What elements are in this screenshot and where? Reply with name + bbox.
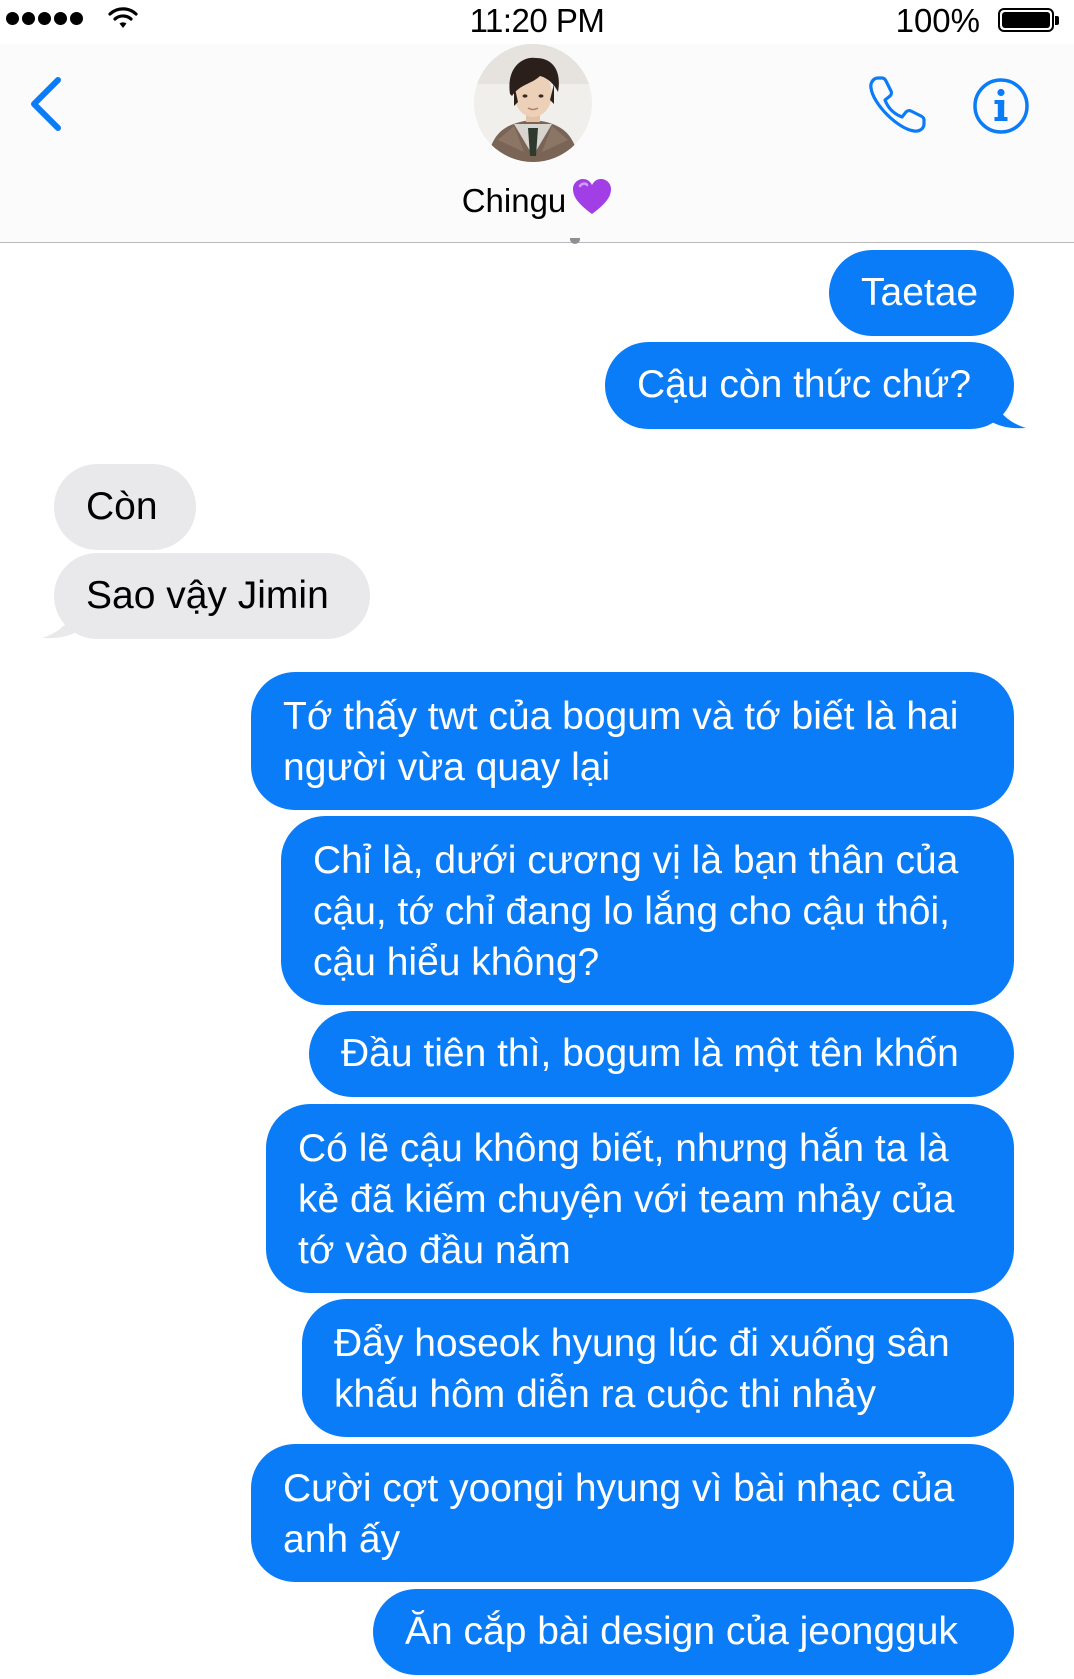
sent-message-bubble[interactable]: Đầu tiên thì, bogum là một tên khốn xyxy=(309,1011,1014,1097)
battery-icon xyxy=(998,8,1059,32)
status-bar: 11:20 PM 100% xyxy=(0,0,1074,44)
received-message-bubble[interactable]: Sao vậy Jimin xyxy=(54,553,370,639)
contact-name-text: Chingu xyxy=(461,182,567,219)
message-text-line: tớ vào đầu năm xyxy=(298,1229,571,1272)
sent-message-bubble[interactable]: Cười cợt yoongi hyung vì bài nhạc của anh… xyxy=(251,1444,1014,1582)
sent-message-bubble[interactable]: Taetae xyxy=(829,250,1014,336)
contact-name[interactable]: Chingu xyxy=(0,178,1074,220)
message-text-line: cậu, tớ chỉ đang lo lắng cho cậu thôi, xyxy=(313,890,950,933)
message-text-line: Có lẽ cậu không biết, nhưng hắn ta là xyxy=(298,1127,949,1170)
sent-message-bubble[interactable]: Chỉ là, dưới cương vị là bạn thân của cậu… xyxy=(281,816,1014,1005)
message-text-line: Tớ thấy twt của bogum và tớ biết là hai xyxy=(283,695,959,738)
message-text-line: khấu hôm diễn ra cuộc thi nhảy xyxy=(334,1373,877,1416)
sent-message-bubble[interactable]: Cậu còn thức chứ? xyxy=(605,342,1014,429)
message-text-line: Ăn cắp bài design của jeongguk xyxy=(405,1610,958,1653)
back-chevron-icon[interactable] xyxy=(28,76,64,132)
received-bubble-tail xyxy=(42,599,78,639)
message-text-line: kẻ đã kiếm chuyện với team nhảy của xyxy=(298,1178,955,1221)
message-text-line: Đẩy hoseok hyung lúc đi xuống sân xyxy=(334,1322,950,1365)
message-text-line: cậu hiểu không? xyxy=(313,941,600,984)
scroll-indicator xyxy=(570,238,580,244)
message-text-line: Chỉ là, dưới cương vị là bạn thân của xyxy=(313,839,959,882)
message-text-line: anh ấy xyxy=(283,1518,401,1561)
purple-heart-icon xyxy=(573,179,612,214)
message-text-line: người vừa quay lại xyxy=(283,746,611,789)
conversation-header: Chingu xyxy=(0,44,1074,243)
sent-message-bubble[interactable]: Tớ thấy twt của bogum và tớ biết là hai n… xyxy=(251,672,1014,810)
phone-icon[interactable] xyxy=(866,74,928,136)
avatar-portrait-icon xyxy=(474,44,592,162)
battery-percentage: 100% xyxy=(895,2,980,39)
message-text-line: Taetae xyxy=(861,271,979,314)
sent-message-bubble[interactable]: Đẩy hoseok hyung lúc đi xuống sân khấu hô… xyxy=(302,1299,1014,1437)
info-icon[interactable] xyxy=(972,77,1030,135)
message-text-line: Sao vậy Jimin xyxy=(86,574,329,617)
message-text-line: Đầu tiên thì, bogum là một tên khốn xyxy=(341,1032,959,1075)
sent-message-bubble[interactable]: Ăn cắp bài design của jeongguk xyxy=(373,1589,1014,1675)
received-message-bubble[interactable]: Còn xyxy=(54,464,196,550)
message-text-line: Cậu còn thức chứ? xyxy=(637,363,972,406)
message-text-line: Cười cợt yoongi hyung vì bài nhạc của xyxy=(283,1467,955,1510)
message-text-line: Còn xyxy=(86,485,158,528)
contact-avatar[interactable] xyxy=(474,44,592,162)
sent-bubble-tail xyxy=(990,389,1026,429)
sent-message-bubble[interactable]: Có lẽ cậu không biết, nhưng hắn ta là kẻ … xyxy=(266,1104,1014,1293)
